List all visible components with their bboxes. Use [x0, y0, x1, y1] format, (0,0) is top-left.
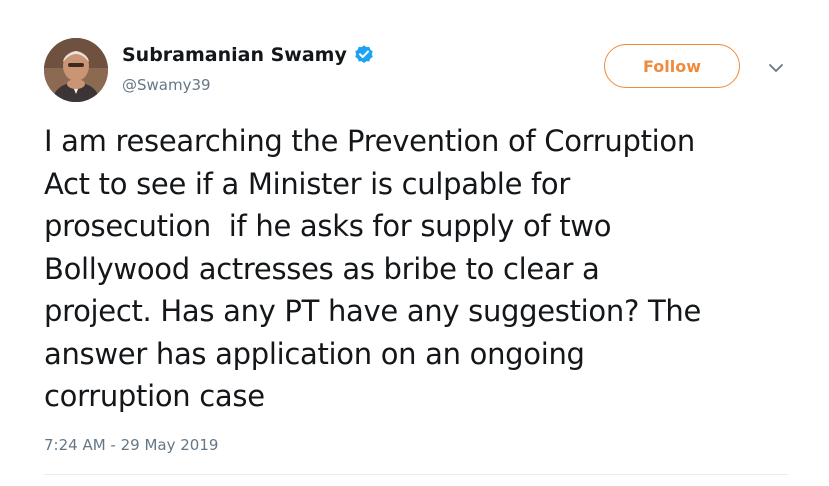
author-handle[interactable]: @Swamy39 [122, 76, 211, 94]
tweet-text-line: Bollywood actresses as bribe to clear a [44, 251, 600, 286]
follow-button[interactable]: Follow [604, 44, 740, 88]
tweet-text-line: I am researching the Prevention of Corru… [44, 124, 695, 158]
tweet-card: Subramanian Swamy @Swamy39 Follow I am r… [0, 0, 829, 486]
author-display-name[interactable]: Subramanian Swamy [122, 44, 347, 66]
avatar[interactable] [44, 38, 108, 102]
divider [44, 474, 788, 475]
tweet-text-line: answer has application on an ongoing [44, 336, 585, 371]
tweet-text-line: project. Has any PT have any suggestion?… [44, 294, 702, 328]
author-name-row[interactable]: Subramanian Swamy [122, 44, 375, 66]
tweet-timestamp[interactable]: 7:24 AM - 29 May 2019 [44, 436, 218, 454]
tweet-text-line: corruption case [44, 379, 265, 413]
tweet-text-line: Act to see if a Minister is culpable for [44, 166, 571, 201]
profile-photo-icon [44, 38, 108, 102]
verified-badge-icon [353, 44, 375, 66]
chevron-down-icon[interactable] [766, 60, 786, 74]
tweet-text: I am researching the Prevention of Corru… [44, 120, 804, 418]
tweet-text-line: prosecution if he asks for supply of two [44, 209, 612, 243]
